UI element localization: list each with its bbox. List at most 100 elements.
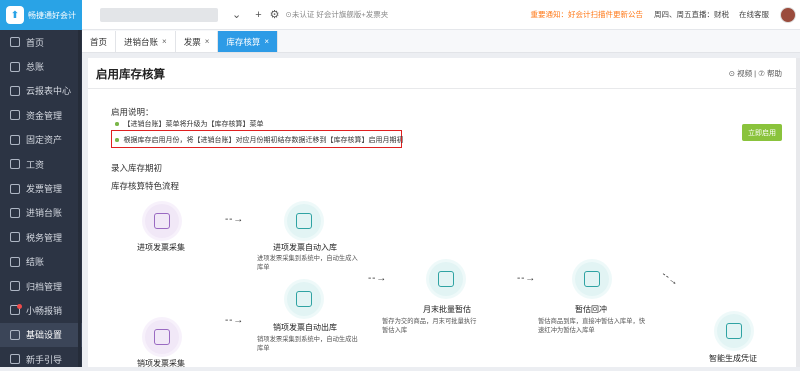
tax-icon [10,232,20,243]
sidebar-item-tax[interactable]: 税务管理 [0,225,82,249]
sidebar-item-label: 新手引导 [26,354,63,365]
topbar: ⌄ + ⚙ ⊙未认证 好会计旗舰版+发票夹 重要通知：好会计扫描件更新公告 周四… [82,0,800,30]
sidebar: ⬆ 畅捷通好会计 首页 总账 云报表中心 资金管理 固定资产 工资 发票管理 进… [0,0,82,367]
sidebar-item-label: 归档管理 [26,281,63,292]
salary-icon [10,159,20,170]
sidebar-item-guide[interactable]: 新手引导 [0,347,82,371]
live-text[interactable]: 周四、周五直播：财税 [654,9,729,20]
tab-bar: 首页 进销台账 × 发票 × 库存核算 × [82,30,800,53]
flow-arrow: - - → [225,315,243,326]
input-invoice-collect-icon [145,204,179,238]
company-selector[interactable] [100,7,218,22]
main-content: 启用库存核算 ⊙ 视频 | ⑦ 帮助 启用说明： 【进销台账】菜单将升级为【库存… [88,58,800,368]
output-auto-stockout-desc: 销项发票采集到系统中，自动生成出库单 [257,336,358,352]
gear-icon[interactable]: ⚙ [270,8,280,21]
online-service[interactable]: 在线客服 [739,9,769,20]
sidebar-item-label: 基础设置 [26,330,63,341]
sidebar-item-close[interactable]: 结账 [0,250,82,274]
sidebar-item-funds[interactable]: 资金管理 [0,103,82,127]
sidebar-item-label: 资金管理 [26,110,63,121]
sidebar-item-label: 首页 [26,37,45,48]
tab-label: 库存核算 [226,36,261,47]
ledger-icon [10,61,20,72]
sidebar-item-invoice[interactable]: 发票管理 [0,176,82,200]
add-icon[interactable]: + [255,9,261,21]
note-text: 【进销台账】菜单将升级为【库存核算】菜单 [123,121,264,128]
flow-title: 库存核算特色流程 [111,181,180,191]
tab-inout-ledger[interactable]: 进销台账 × [116,31,176,52]
batch-estimate-title: 月末批量暂估 [423,305,471,314]
avatar[interactable] [780,6,796,23]
note-1: 【进销台账】菜单将升级为【库存核算】菜单 [115,119,264,129]
smart-voucher-title: 智能生成凭证 [709,354,757,363]
sidebar-item-settings[interactable]: 基础设置 [0,322,82,348]
inbox-icon [296,213,312,229]
close-icon[interactable]: × [162,37,167,46]
sidebar-item-label: 税务管理 [26,232,63,243]
output-auto-stockout-icon [287,282,321,316]
close-icon[interactable]: × [205,37,210,46]
content-scrollbar[interactable] [796,58,800,367]
sidebar-item-label: 发票管理 [26,184,63,195]
page-title: 启用库存核算 [96,69,165,81]
input-auto-stockin-icon [287,204,321,238]
sidebar-item-cloud-report[interactable]: 云报表中心 [0,79,82,103]
enable-now-button[interactable]: 立即启用 [742,124,782,141]
sidebar-item-label: 小畅报销 [26,305,63,316]
export-icon [726,323,742,339]
tab-label: 首页 [90,36,108,47]
sidebar-item-label: 固定资产 [26,135,63,146]
output-invoice-collect-title: 销项发票采集 [137,359,185,368]
notice-text[interactable]: 重要通知：好会计扫描件更新公告 [531,9,644,20]
invoice-icon [10,183,20,194]
close-icon[interactable]: × [264,37,269,46]
instructions-title: 启用说明： [111,107,154,117]
download-icon [438,271,454,287]
bullet-icon [115,138,119,142]
estimate-reverse-desc: 暂估商品到库，直接冲暂估入库单，快速红冲为暂估入库单 [538,318,646,334]
sidebar-item-label: 进销台账 [26,208,63,219]
flow-arrow: - - → [517,273,535,284]
flow-arrow: - - → [225,214,243,225]
logo-text: 畅捷通好会计 [28,10,76,20]
sidebar-item-reimburse[interactable]: 小畅报销 [0,298,82,322]
logo-icon: ⬆ [6,6,24,24]
sidebar-scrollbar[interactable] [78,30,81,367]
outbox-icon [296,291,312,307]
help-links[interactable]: ⊙ 视频 | ⑦ 帮助 [729,68,782,79]
estimate-reverse-icon [575,262,609,296]
input-auto-stockin-title: 进项发票自动入库 [273,243,337,252]
sidebar-item-salary[interactable]: 工资 [0,152,82,176]
sidebar-item-home[interactable]: 首页 [0,30,82,54]
inout-ledger-icon [10,207,20,218]
home-icon [10,37,20,48]
sidebar-item-archive[interactable]: 归档管理 [0,274,82,298]
sidebar-item-label: 结账 [26,257,45,268]
tab-inventory-costing[interactable]: 库存核算 × [218,31,279,52]
document-icon [154,213,170,229]
flow-arrow: - - → [368,273,386,284]
tab-invoice[interactable]: 发票 × [175,31,219,52]
tab-home[interactable]: 首页 [82,31,117,52]
app-logo[interactable]: ⬆ 畅捷通好会计 [0,0,82,30]
tab-label: 发票 [183,36,201,47]
input-invoice-collect-title: 进项发票采集 [137,243,185,252]
sidebar-item-fixed-assets[interactable]: 固定资产 [0,128,82,152]
output-invoice-collect-icon [145,320,179,354]
flow-arrow: - - → [659,269,680,288]
batch-estimate-desc: 暂存为交的商品，月末可批量执行暂估入库 [382,318,477,334]
close-period-icon [10,256,20,267]
funds-icon [10,110,20,121]
tab-label: 进销台账 [124,36,159,47]
bullet-icon [115,122,119,126]
sidebar-item-ledger[interactable]: 总账 [0,54,82,78]
notification-dot [17,304,22,310]
opening-inventory-title[interactable]: 录入库存期初 [111,162,162,174]
output-auto-stockout-title: 销项发票自动出库 [273,323,337,332]
divider [88,88,800,89]
note-2: 根据库存启用月份，将【进销台账】对应月份期初结存数据迁移到【库存核算】启用月期初 [115,135,404,145]
sidebar-item-inout-ledger[interactable]: 进销台账 [0,201,82,225]
chevron-down-icon[interactable]: ⌄ [232,8,241,21]
settings-icon [10,329,20,340]
archive-icon [10,281,20,292]
